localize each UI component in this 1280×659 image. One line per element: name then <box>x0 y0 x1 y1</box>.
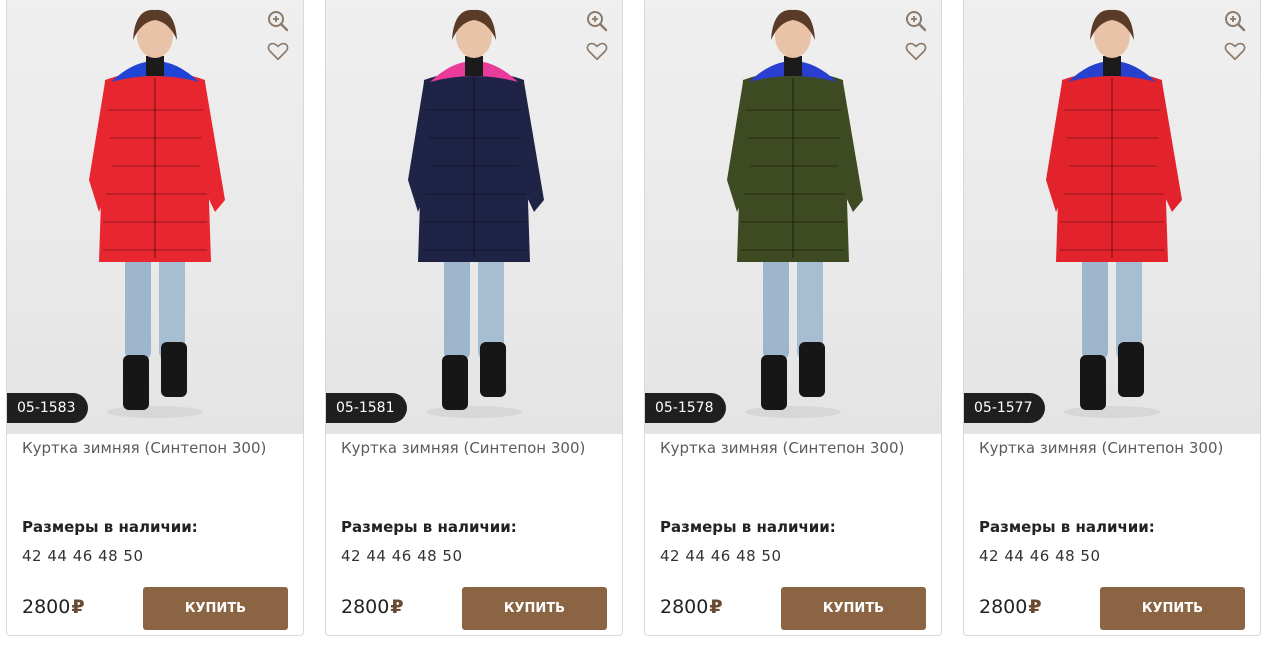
sizes-label: Размеры в наличии: <box>660 518 836 536</box>
price: 2800₽ <box>660 596 723 618</box>
model-illustration <box>408 9 544 418</box>
sizes-values: 42 44 46 48 50 <box>22 547 144 565</box>
heart-icon[interactable] <box>1224 40 1246 62</box>
price: 2800₽ <box>341 596 404 618</box>
sizes-values: 42 44 46 48 50 <box>979 547 1101 565</box>
sizes-values: 42 44 46 48 50 <box>341 547 463 565</box>
product-title[interactable]: Куртка зимняя (Синтепон 300) <box>979 438 1251 458</box>
product-photo[interactable] <box>7 0 303 434</box>
heart-icon[interactable] <box>586 40 608 62</box>
product-title[interactable]: Куртка зимняя (Синтепон 300) <box>660 438 932 458</box>
product-photo[interactable] <box>326 0 622 434</box>
buy-button[interactable]: КУПИТЬ <box>781 587 926 630</box>
currency-symbol: ₽ <box>390 596 404 618</box>
buy-button[interactable]: КУПИТЬ <box>1100 587 1245 630</box>
product-photo[interactable] <box>964 0 1260 434</box>
zoom-in-icon[interactable] <box>267 10 289 32</box>
model-illustration <box>1046 9 1182 418</box>
sizes-label: Размеры в наличии: <box>22 518 198 536</box>
product-title[interactable]: Куртка зимняя (Синтепон 300) <box>22 438 294 458</box>
sizes-label: Размеры в наличии: <box>979 518 1155 536</box>
heart-icon[interactable] <box>905 40 927 62</box>
price: 2800₽ <box>22 596 85 618</box>
product-grid: 05-1583 Куртка зимняя (Синтепон 300) Раз… <box>0 0 1280 659</box>
buy-button[interactable]: КУПИТЬ <box>143 587 288 630</box>
product-card[interactable]: 05-1577 Куртка зимняя (Синтепон 300) Раз… <box>963 0 1261 636</box>
zoom-in-icon[interactable] <box>905 10 927 32</box>
product-card[interactable]: 05-1583 Куртка зимняя (Синтепон 300) Раз… <box>6 0 304 636</box>
heart-icon[interactable] <box>267 40 289 62</box>
sizes-label: Размеры в наличии: <box>341 518 517 536</box>
currency-symbol: ₽ <box>709 596 723 618</box>
zoom-in-icon[interactable] <box>586 10 608 32</box>
price-value: 2800 <box>22 596 71 618</box>
buy-button[interactable]: КУПИТЬ <box>462 587 607 630</box>
sku-badge: 05-1583 <box>7 393 88 423</box>
price-value: 2800 <box>341 596 390 618</box>
zoom-in-icon[interactable] <box>1224 10 1246 32</box>
currency-symbol: ₽ <box>1028 596 1042 618</box>
product-photo[interactable] <box>645 0 941 434</box>
currency-symbol: ₽ <box>71 596 85 618</box>
product-card[interactable]: 05-1578 Куртка зимняя (Синтепон 300) Раз… <box>644 0 942 636</box>
price: 2800₽ <box>979 596 1042 618</box>
model-illustration <box>727 9 863 418</box>
product-title[interactable]: Куртка зимняя (Синтепон 300) <box>341 438 613 458</box>
sku-badge: 05-1581 <box>326 393 407 423</box>
sizes-values: 42 44 46 48 50 <box>660 547 782 565</box>
sku-badge: 05-1578 <box>645 393 726 423</box>
price-value: 2800 <box>979 596 1028 618</box>
product-card[interactable]: 05-1581 Куртка зимняя (Синтепон 300) Раз… <box>325 0 623 636</box>
model-illustration <box>89 9 225 418</box>
price-value: 2800 <box>660 596 709 618</box>
sku-badge: 05-1577 <box>964 393 1045 423</box>
